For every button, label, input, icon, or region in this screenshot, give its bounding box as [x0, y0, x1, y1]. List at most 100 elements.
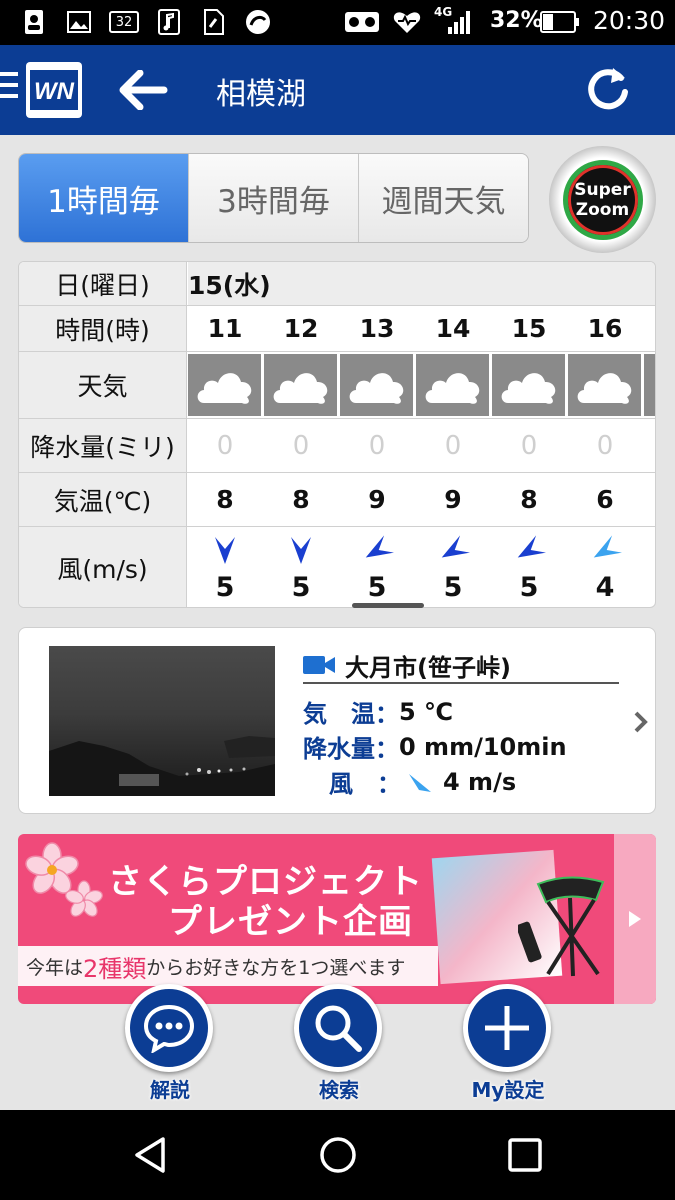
tab-hourly[interactable]: 1時間毎 — [19, 154, 189, 242]
music-icon — [156, 9, 182, 35]
weather-cell-partial — [644, 354, 655, 416]
horizontal-scroll-indicator[interactable] — [352, 603, 424, 608]
row-precip: 降水量(ミリ) 0 0 0 0 0 0 — [19, 419, 655, 473]
chat-icon — [143, 1004, 195, 1053]
contacts-icon — [22, 9, 46, 35]
banner-sub-highlight: 2種類 — [83, 954, 147, 983]
camera-wind-label: 風 ： — [329, 770, 401, 798]
cloud-icon — [349, 373, 403, 404]
search-button[interactable] — [294, 984, 382, 1072]
clock: 20:30 — [593, 6, 666, 35]
wind-cell: 5 — [339, 527, 415, 607]
wind-direction-icon — [215, 536, 235, 564]
app-logo[interactable]: WN — [26, 62, 82, 118]
hour-cell: 16 — [587, 314, 623, 343]
weather-cell — [340, 354, 413, 416]
file-icon — [200, 9, 226, 35]
video-camera-icon — [303, 654, 335, 676]
weather-cell — [492, 354, 565, 416]
commentary-label[interactable]: 解説 — [110, 1074, 230, 1103]
label-precip: 降水量(ミリ) — [19, 419, 187, 472]
banner-next-area[interactable] — [614, 834, 656, 1004]
temp-cell: 9 — [368, 485, 386, 514]
precip-cell: 0 — [444, 430, 462, 461]
row-hour: 時間(時) 11 12 13 14 15 16 — [19, 306, 655, 352]
plus-icon — [485, 1006, 529, 1050]
wind-cell: 4 — [567, 527, 643, 607]
live-camera-image[interactable] — [49, 646, 275, 796]
cloud-icon — [425, 373, 479, 404]
row-weather: 天気 — [19, 352, 655, 419]
wind-cell: 5 — [187, 527, 263, 607]
folding-stool-image — [516, 864, 618, 984]
cloud-icon — [273, 373, 327, 404]
precip-cell: 0 — [216, 430, 234, 461]
weather-cell — [188, 354, 261, 416]
wind-cell: 5 — [415, 527, 491, 607]
chevron-right-icon[interactable] — [631, 708, 651, 736]
label-hour: 時間(時) — [19, 306, 187, 351]
tab-3-hourly[interactable]: 3時間毎 — [189, 154, 359, 242]
live-camera-card[interactable]: 大月市(笹子峠) 気 温： 5 ℃ 降水量： 0 mm/10min 風 ： 4 … — [18, 627, 656, 814]
temp-cell: 8 — [292, 485, 310, 514]
camera-station-name: 大月市(笹子峠) — [345, 653, 511, 682]
refresh-icon[interactable] — [583, 64, 633, 114]
banner-headline-2: プレゼント企画 — [168, 902, 413, 942]
camera-precip-row: 降水量： 0 mm/10min — [303, 729, 567, 764]
banner-sub-prefix: 今年は — [26, 956, 84, 979]
play-arrow-icon — [629, 911, 641, 927]
tab-weekly[interactable]: 週間天気 — [359, 154, 528, 242]
super-zoom-icon: Super Zoom — [562, 159, 643, 240]
label-temp: 気温(℃) — [19, 473, 187, 526]
temp-cell: 8 — [520, 485, 538, 514]
wind-direction-icon — [593, 534, 622, 557]
camera-temp-row: 気 温： 5 ℃ — [303, 694, 453, 729]
search-label[interactable]: 検索 — [279, 1074, 399, 1103]
cloud-icon — [501, 373, 555, 404]
back-arrow-icon[interactable] — [118, 69, 168, 111]
label-weather: 天気 — [19, 352, 187, 418]
wind-direction-icon — [441, 534, 470, 557]
label-wind: 風(m/s) — [19, 527, 187, 607]
wind-speed: 5 — [291, 571, 311, 603]
wind-speed: 4 — [595, 571, 615, 603]
camera-temp-value: 5 ℃ — [399, 697, 454, 726]
temp-cell: 9 — [444, 485, 462, 514]
cloud-icon — [577, 373, 631, 404]
precip-cell: 0 — [520, 430, 538, 461]
hour-cell: 13 — [359, 314, 395, 343]
wind-speed: 5 — [367, 571, 387, 603]
wind-direction-icon — [291, 536, 311, 564]
weather-cell — [416, 354, 489, 416]
battery-icon — [540, 9, 580, 35]
system-nav-bar — [0, 1110, 675, 1200]
search-icon — [315, 1005, 362, 1052]
super-zoom-button[interactable]: Super Zoom — [549, 146, 656, 253]
hourly-forecast-table[interactable]: 日(曜日) 15(水) 時間(時) 11 12 13 14 15 16 天気 降水量(ミリ… — [18, 261, 656, 608]
notification-badge: 32 — [108, 9, 140, 35]
wind-speed: 5 — [519, 571, 539, 603]
cloud-icon — [197, 373, 251, 404]
row-date: 日(曜日) 15(水) — [19, 262, 655, 306]
camera-wind-row: 風 ： 4 m/s — [329, 764, 516, 799]
my-settings-label[interactable]: My設定 — [448, 1074, 568, 1103]
temp-cell: 8 — [216, 485, 234, 514]
menu-icon[interactable] — [0, 72, 22, 106]
wind-speed: 5 — [215, 571, 235, 603]
nav-recents-icon[interactable] — [505, 1135, 545, 1175]
wind-direction-icon — [517, 534, 546, 557]
commentary-button[interactable] — [125, 984, 213, 1072]
image-icon — [66, 9, 92, 35]
battery-percent: 32% — [490, 8, 543, 33]
app-bar: WN 相模湖 — [0, 45, 675, 135]
camera-precip-value: 0 mm/10min — [399, 732, 567, 761]
super-zoom-line1: Super — [574, 179, 631, 200]
app-icon — [244, 9, 272, 35]
nav-back-icon[interactable] — [131, 1135, 171, 1175]
camera-precip-label: 降水量： — [303, 735, 399, 763]
sakura-project-banner[interactable]: さくらプロジェクト プレゼント企画 今年は 2種類 からお好きな方を1つ選べます — [18, 834, 656, 1004]
logo-text: WN — [34, 78, 75, 105]
my-settings-button[interactable] — [463, 984, 551, 1072]
hour-cell: 12 — [283, 314, 319, 343]
nav-home-icon[interactable] — [318, 1135, 358, 1175]
